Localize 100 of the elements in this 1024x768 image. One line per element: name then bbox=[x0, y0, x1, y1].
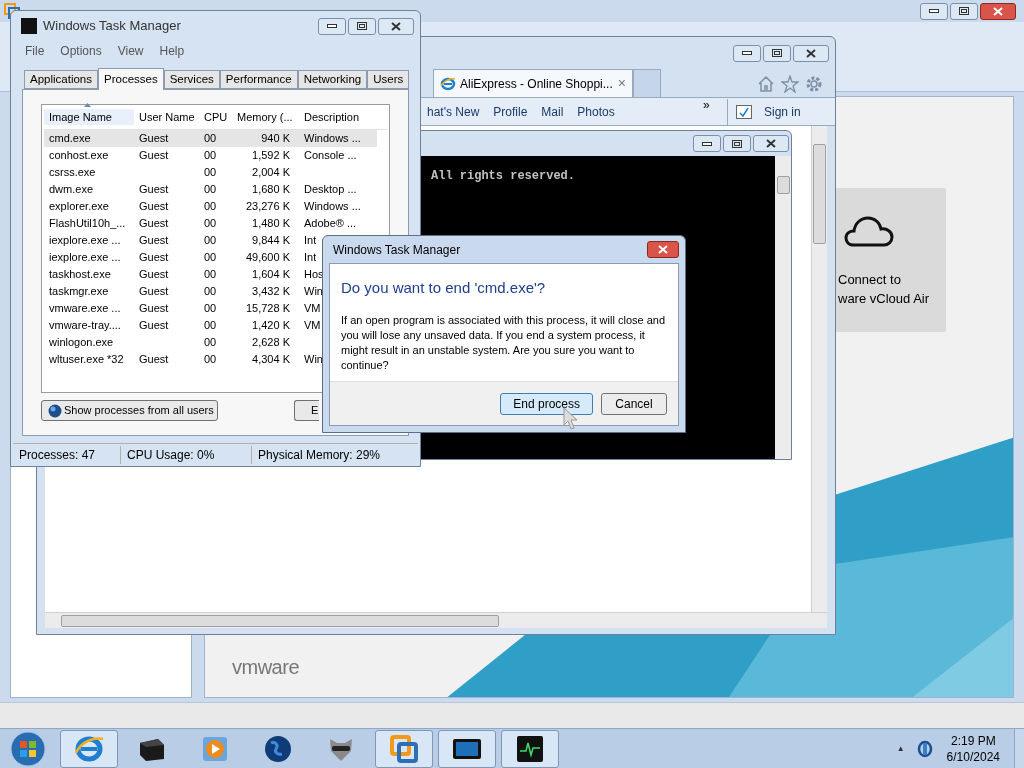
show-all-users-button[interactable]: Show processes from all users bbox=[41, 400, 218, 421]
table-cell-text: 00 bbox=[203, 267, 218, 283]
network-icon[interactable] bbox=[916, 739, 933, 758]
tab-close[interactable]: × bbox=[617, 73, 626, 94]
table-cell-text: iexplore.exe ... bbox=[48, 250, 122, 266]
table-cell-text: 00 bbox=[203, 250, 218, 266]
close-icon bbox=[806, 48, 816, 58]
table-cell-text: 940 K bbox=[260, 131, 291, 147]
table-cell-text: 00 bbox=[203, 148, 218, 164]
taskbar-button[interactable] bbox=[438, 729, 496, 768]
favorites-link[interactable]: Profile bbox=[493, 102, 528, 121]
tab[interactable]: Processes bbox=[98, 68, 164, 90]
table-cell-text: 00 bbox=[203, 199, 218, 215]
vertical-scrollbar[interactable] bbox=[811, 126, 827, 612]
table-cell-text: Int bbox=[303, 233, 317, 249]
close-button[interactable] bbox=[980, 2, 1016, 20]
table-cell-text: conhost.exe bbox=[48, 148, 110, 164]
sort-arrow-icon bbox=[84, 102, 91, 107]
dialog-message: If an open program is associated with this process, it will close and you will lose any unsaved data. If you end a system process, it might result in an unstable system. Are you sure you want to continue? bbox=[341, 312, 667, 373]
dialog-button[interactable]: End process bbox=[500, 392, 593, 415]
favorites-link[interactable]: Photos bbox=[577, 102, 615, 121]
process-row[interactable]: csrss.exe 00 2,004 K bbox=[44, 164, 377, 181]
start-orb-icon bbox=[10, 730, 46, 767]
partial-button[interactable]: E bbox=[294, 400, 319, 421]
dialog-button[interactable]: Cancel bbox=[601, 392, 667, 415]
table-cell-text: VM bbox=[303, 301, 321, 317]
table-cell-text: 00 bbox=[203, 233, 218, 249]
tab[interactable]: Users bbox=[367, 70, 410, 89]
table-cell-text: Int bbox=[303, 250, 317, 266]
close-button[interactable] bbox=[793, 44, 829, 62]
table-cell-text: taskhost.exe bbox=[48, 267, 112, 283]
tray-arrow[interactable]: ▲ bbox=[896, 742, 905, 755]
close-button[interactable] bbox=[647, 241, 679, 258]
table-cell-text: 00 bbox=[203, 165, 218, 181]
column-header[interactable]: Description bbox=[298, 108, 360, 125]
minimize-button[interactable] bbox=[318, 17, 346, 35]
table-cell-text: 49,600 K bbox=[244, 250, 291, 266]
tab[interactable]: Performance bbox=[219, 70, 298, 89]
column-header[interactable]: User Name bbox=[134, 108, 199, 125]
table-cell-text: 2,628 K bbox=[251, 335, 291, 351]
favorites-link[interactable]: hat's New bbox=[427, 102, 480, 121]
checkbox-icon[interactable] bbox=[736, 104, 752, 119]
table-cell-text: 3,432 K bbox=[251, 284, 291, 300]
tab[interactable]: Applications bbox=[24, 70, 98, 89]
maximize-button[interactable] bbox=[723, 135, 751, 152]
column-header[interactable]: Memory (... bbox=[232, 108, 298, 125]
more-chevron[interactable]: » bbox=[703, 96, 727, 114]
clock-time: 2:19 PM bbox=[950, 732, 996, 749]
sign-in-link[interactable]: Sign in bbox=[764, 102, 801, 121]
table-cell-text: FlashUtil10h_... bbox=[48, 216, 127, 232]
menu-item[interactable]: Options bbox=[60, 42, 102, 60]
table-cell-text: 4,304 K bbox=[251, 352, 291, 368]
table-cell-text: Console ... bbox=[303, 148, 357, 164]
table-cell-text: 1,420 K bbox=[251, 318, 291, 334]
table-cell-text: Hos bbox=[303, 267, 324, 283]
scroll-thumb[interactable] bbox=[776, 176, 790, 194]
menu-item[interactable]: Help bbox=[159, 42, 185, 60]
table-cell-text: Guest bbox=[138, 250, 170, 266]
close-icon bbox=[658, 245, 668, 254]
process-row[interactable]: explorer.exe Guest 00 23,276 K Windows ... bbox=[44, 198, 377, 215]
close-button[interactable] bbox=[753, 135, 789, 152]
tab[interactable]: Services bbox=[163, 70, 220, 89]
scroll-thumb[interactable] bbox=[61, 614, 499, 627]
table-cell-text: explorer.exe bbox=[48, 199, 110, 215]
star-icon[interactable] bbox=[781, 75, 799, 93]
minimize-button[interactable] bbox=[920, 2, 948, 20]
horizontal-scrollbar[interactable] bbox=[45, 612, 827, 628]
clock[interactable]: 2:19 PM 6/10/2024 bbox=[946, 732, 1000, 765]
table-cell-text: 15,728 K bbox=[244, 301, 291, 317]
start-button[interactable] bbox=[8, 729, 48, 768]
process-row[interactable]: dwm.exe Guest 00 1,680 K Desktop ... bbox=[44, 181, 377, 198]
card-label: ware vCloud Air bbox=[838, 290, 931, 308]
browser-tab[interactable]: AliExpress - Online Shoppi... × bbox=[433, 69, 633, 97]
table-cell-text: 9,844 K bbox=[251, 233, 291, 249]
maximize-button[interactable] bbox=[950, 2, 978, 20]
close-button[interactable] bbox=[378, 17, 414, 35]
tab[interactable]: Networking bbox=[297, 70, 368, 89]
table-cell-text: Guest bbox=[138, 148, 170, 164]
process-row[interactable]: conhost.exe Guest 00 1,592 K Console ... bbox=[44, 147, 377, 164]
table-cell-text: Windows ... bbox=[303, 199, 361, 215]
minimize-button[interactable] bbox=[693, 135, 721, 152]
taskbar-button[interactable] bbox=[501, 729, 559, 768]
favorites-link[interactable]: Mail bbox=[541, 102, 564, 121]
menu-item[interactable]: File bbox=[25, 42, 45, 60]
process-row[interactable]: cmd.exe Guest 00 940 K Windows ... bbox=[44, 130, 377, 147]
column-header[interactable]: CPU bbox=[199, 108, 232, 125]
table-cell-text: Guest bbox=[138, 233, 170, 249]
table-cell-text: 00 bbox=[203, 352, 218, 368]
vertical-scrollbar[interactable] bbox=[775, 156, 791, 459]
table-cell-text: Desktop ... bbox=[303, 182, 357, 198]
card-label: Connect to bbox=[838, 271, 902, 289]
minimize-button[interactable] bbox=[733, 44, 761, 62]
maximize-button[interactable] bbox=[763, 44, 791, 62]
process-row[interactable]: FlashUtil10h_... Guest 00 1,480 K Adobe® ... bbox=[44, 215, 377, 232]
brand-logo: vmware bbox=[232, 655, 299, 680]
menu-item[interactable]: View bbox=[117, 42, 144, 60]
table-cell-text: iexplore.exe ... bbox=[48, 233, 122, 249]
scroll-thumb[interactable] bbox=[813, 144, 826, 244]
clock-date: 6/10/2024 bbox=[946, 748, 1000, 765]
maximize-button[interactable] bbox=[348, 17, 376, 35]
